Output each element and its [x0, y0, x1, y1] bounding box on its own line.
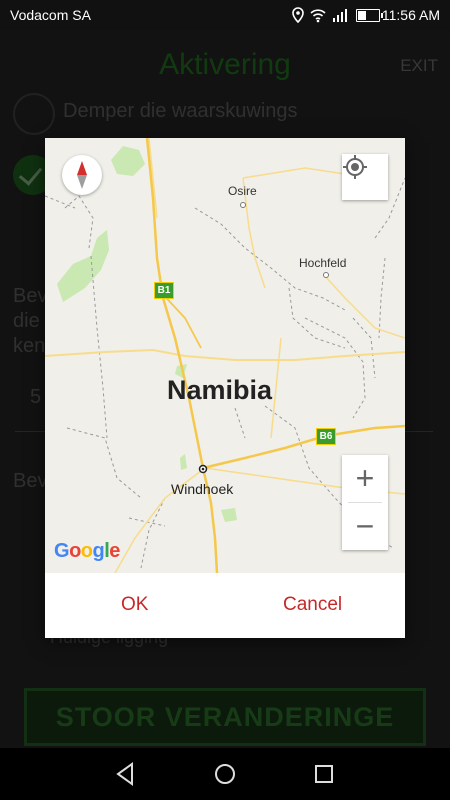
- status-bar: Vodacom SA 11:56 AM: [0, 0, 450, 30]
- map-city-label: Windhoek: [171, 481, 234, 497]
- compass-button[interactable]: [62, 155, 102, 195]
- map-city-label: Osire: [228, 184, 257, 198]
- ok-button[interactable]: OK: [121, 594, 148, 616]
- my-location-button[interactable]: [342, 154, 388, 200]
- dialog-actions: OK Cancel: [45, 573, 405, 638]
- signal-icon: [333, 9, 347, 22]
- map-dialog: Osire Hochfeld Namibia Windhoek B1 B6 + …: [45, 138, 405, 638]
- zoom-in-button[interactable]: +: [342, 455, 388, 502]
- route-shield: B6: [316, 428, 336, 445]
- zoom-controls: + −: [342, 455, 388, 550]
- compass-icon: [77, 161, 87, 189]
- cancel-button[interactable]: Cancel: [283, 594, 342, 616]
- recent-apps-icon[interactable]: [310, 760, 338, 788]
- google-logo: Google: [54, 540, 120, 562]
- location-icon: [292, 7, 304, 23]
- battery-icon: [356, 9, 383, 22]
- my-location-icon: [343, 155, 367, 179]
- home-icon[interactable]: [211, 760, 239, 788]
- system-nav-bar: [0, 748, 450, 800]
- route-shield: B1: [154, 282, 174, 299]
- map-view[interactable]: Osire Hochfeld Namibia Windhoek B1 B6 + …: [45, 138, 405, 573]
- carrier-label: Vodacom SA: [10, 7, 91, 23]
- wifi-icon: [310, 9, 326, 23]
- status-icons: [292, 7, 348, 23]
- clock-label: 11:56 AM: [381, 7, 440, 23]
- map-city-label: Hochfeld: [299, 256, 347, 270]
- zoom-out-button[interactable]: −: [342, 503, 388, 550]
- back-icon[interactable]: [112, 760, 140, 788]
- map-country-label: Namibia: [167, 375, 273, 405]
